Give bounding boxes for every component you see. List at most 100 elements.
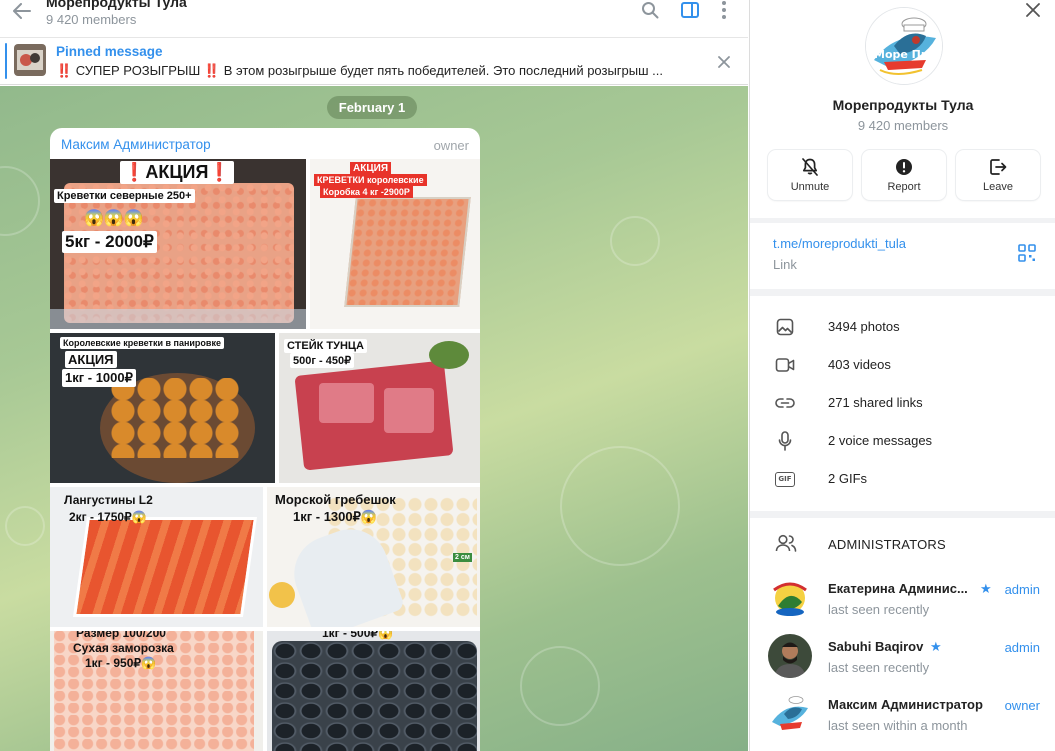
gif-icon: GIF	[775, 469, 795, 489]
sidebar-toggle-icon[interactable]	[680, 0, 700, 20]
message-bubble[interactable]: Максим Администратор owner ❗АКЦИЯ❗ Креве…	[50, 128, 480, 751]
media-row-videos[interactable]: 403 videos	[750, 346, 1055, 384]
admin-row[interactable]: Екатерина Админис... ★ last seen recentl…	[750, 572, 1055, 630]
album-photo[interactable]: АКЦИЯ КРЕВЕТКИ королевские Коробка 4 кг …	[310, 159, 480, 329]
admin-role: admin	[1004, 640, 1040, 655]
pinned-thumbnail	[14, 44, 46, 76]
photo-caption: Сухая заморозка	[73, 641, 174, 655]
avatar	[768, 576, 812, 620]
photo-caption: Коробка 4 кг -2900Р	[320, 186, 413, 198]
admin-role: owner	[1004, 698, 1040, 713]
album-photo[interactable]: СТЕЙК ТУНЦА 500г - 450₽	[279, 333, 480, 483]
invite-link[interactable]: t.me/moreprodukti_tula	[773, 236, 906, 251]
photo-caption: 1кг - 950₽😱	[85, 656, 156, 670]
avatar	[768, 692, 812, 736]
photo-icon	[775, 317, 795, 337]
admin-status: last seen recently	[828, 602, 930, 617]
admin-row[interactable]: Sabuhi Baqirov ★ last seen recently admi…	[750, 630, 1055, 688]
album-photo[interactable]: Размер 100/200 Сухая заморозка 1кг - 950…	[50, 631, 263, 751]
media-label: 403 videos	[828, 357, 891, 372]
photo-caption: 😱😱😱	[84, 210, 144, 227]
pinned-title: Pinned message	[56, 44, 163, 59]
users-icon	[775, 534, 797, 557]
media-row-links[interactable]: 271 shared links	[750, 384, 1055, 422]
admin-status: last seen recently	[828, 660, 930, 675]
administrators-label: ADMINISTRATORS	[828, 537, 946, 552]
mic-icon	[775, 431, 795, 451]
date-separator: February 1	[327, 96, 417, 119]
photo-caption: 1кг - 1300₽😱	[293, 509, 378, 524]
invite-link-caption: Link	[773, 257, 797, 272]
administrators-header[interactable]: ADMINISTRATORS	[750, 526, 1055, 562]
admin-name: Максим Администратор	[828, 697, 983, 712]
avatar	[768, 634, 812, 678]
admin-role: admin	[1004, 582, 1040, 597]
photo-caption: 2кг - 1750₽😱	[69, 510, 147, 524]
pinned-text: ‼️ СУПЕР РОЗЫГРЫШ ‼️ В этом розыгрыше бу…	[56, 63, 664, 78]
admin-row[interactable]: Максим Администратор last seen within a …	[750, 688, 1055, 746]
administrators-section: ADMINISTRATORS Екатерина Админис... ★ la…	[750, 518, 1055, 751]
pinned-message-bar[interactable]: Pinned message ‼️ СУПЕР РОЗЫГРЫШ ‼️ В эт…	[0, 37, 748, 85]
media-row-voice[interactable]: 2 voice messages	[750, 422, 1055, 460]
photo-caption: Королевские креветки в панировке	[60, 337, 224, 349]
video-icon	[775, 355, 795, 375]
leave-label: Leave	[983, 181, 1013, 193]
alert-icon	[862, 157, 946, 177]
back-arrow-icon[interactable]	[9, 0, 35, 22]
chat-background: February 1 Максим Администратор owner ❗А…	[0, 86, 748, 751]
media-label: 3494 photos	[828, 319, 900, 334]
channel-info-panel: Море Продукты Морепродукты Тула 9 420 me…	[749, 0, 1055, 751]
star-icon: ★	[930, 639, 942, 654]
photo-caption: ❗АКЦИЯ❗	[120, 161, 234, 184]
photo-caption: 500г - 450₽	[290, 353, 355, 368]
media-label: 2 GIFs	[828, 471, 868, 486]
qr-code-icon[interactable]	[1018, 244, 1036, 262]
channel-member-count: 9 420 members	[857, 118, 949, 133]
admin-status: last seen within a month	[828, 718, 968, 733]
photo-caption: 2 см	[453, 553, 472, 562]
channel-name: Морепродукты Тула	[832, 97, 974, 113]
chat-header: Морепродукты Тула 9 420 members	[0, 0, 748, 37]
more-vertical-icon[interactable]	[716, 0, 732, 20]
photo-caption: КРЕВЕТКИ королевские	[314, 174, 427, 186]
pinned-indicator	[5, 43, 7, 79]
media-row-photos[interactable]: 3494 photos	[750, 308, 1055, 346]
chat-title[interactable]: Морепродукты Тула	[46, 0, 187, 10]
star-icon: ★	[980, 581, 992, 596]
link-icon	[775, 393, 795, 413]
chat-member-count: 9 420 members	[46, 12, 137, 27]
message-sender[interactable]: Максим Администратор	[61, 137, 211, 152]
photo-caption: 1кг - 1000₽	[62, 369, 136, 387]
unmute-button[interactable]: Unmute	[768, 150, 852, 200]
close-icon[interactable]	[1022, 0, 1044, 20]
photo-caption: 5кг - 2000₽	[62, 231, 157, 253]
photo-caption: СТЕЙК ТУНЦА	[284, 339, 367, 353]
album-photo[interactable]: 1кг - 500₽😱	[267, 631, 480, 751]
photo-caption: Размер 100/200	[76, 631, 166, 640]
invite-link-section: t.me/moreprodukti_tula Link	[750, 223, 1055, 289]
search-icon[interactable]	[640, 0, 660, 20]
info-header: Море Продукты Морепродукты Тула 9 420 me…	[750, 0, 1055, 218]
leave-button[interactable]: Leave	[956, 150, 1040, 200]
report-button[interactable]: Report	[862, 150, 946, 200]
close-pinned-icon[interactable]	[714, 52, 734, 72]
photo-caption: Лангустины L2	[64, 493, 153, 507]
media-row-gifs[interactable]: GIF 2 GIFs	[750, 460, 1055, 498]
avatar-logo-text: Море Продукты	[874, 48, 943, 61]
admin-name: Sabuhi Baqirov	[828, 639, 924, 654]
album-photo[interactable]: ❗АКЦИЯ❗ Креветки северные 250+ 😱😱😱 5кг -…	[50, 159, 306, 329]
unmute-label: Unmute	[790, 181, 830, 193]
photo-caption: Морской гребешок	[275, 492, 396, 507]
leave-icon	[956, 157, 1040, 177]
sender-role: owner	[433, 138, 469, 153]
admin-name: Екатерина Админис...	[828, 581, 968, 596]
bell-off-icon	[768, 157, 852, 177]
media-label: 2 voice messages	[828, 433, 933, 448]
album-photo[interactable]: Морской гребешок 1кг - 1300₽😱 2 см	[267, 487, 480, 627]
album-photo[interactable]: Лангустины L2 2кг - 1750₽😱	[50, 487, 263, 627]
media-label: 271 shared links	[828, 395, 923, 410]
photo-caption: АКЦИЯ	[65, 351, 117, 368]
shared-media-section: 3494 photos 403 videos 271 shared links …	[750, 296, 1055, 511]
album-photo[interactable]: Королевские креветки в панировке АКЦИЯ 1…	[50, 333, 275, 483]
channel-avatar[interactable]: Море Продукты	[865, 7, 943, 85]
